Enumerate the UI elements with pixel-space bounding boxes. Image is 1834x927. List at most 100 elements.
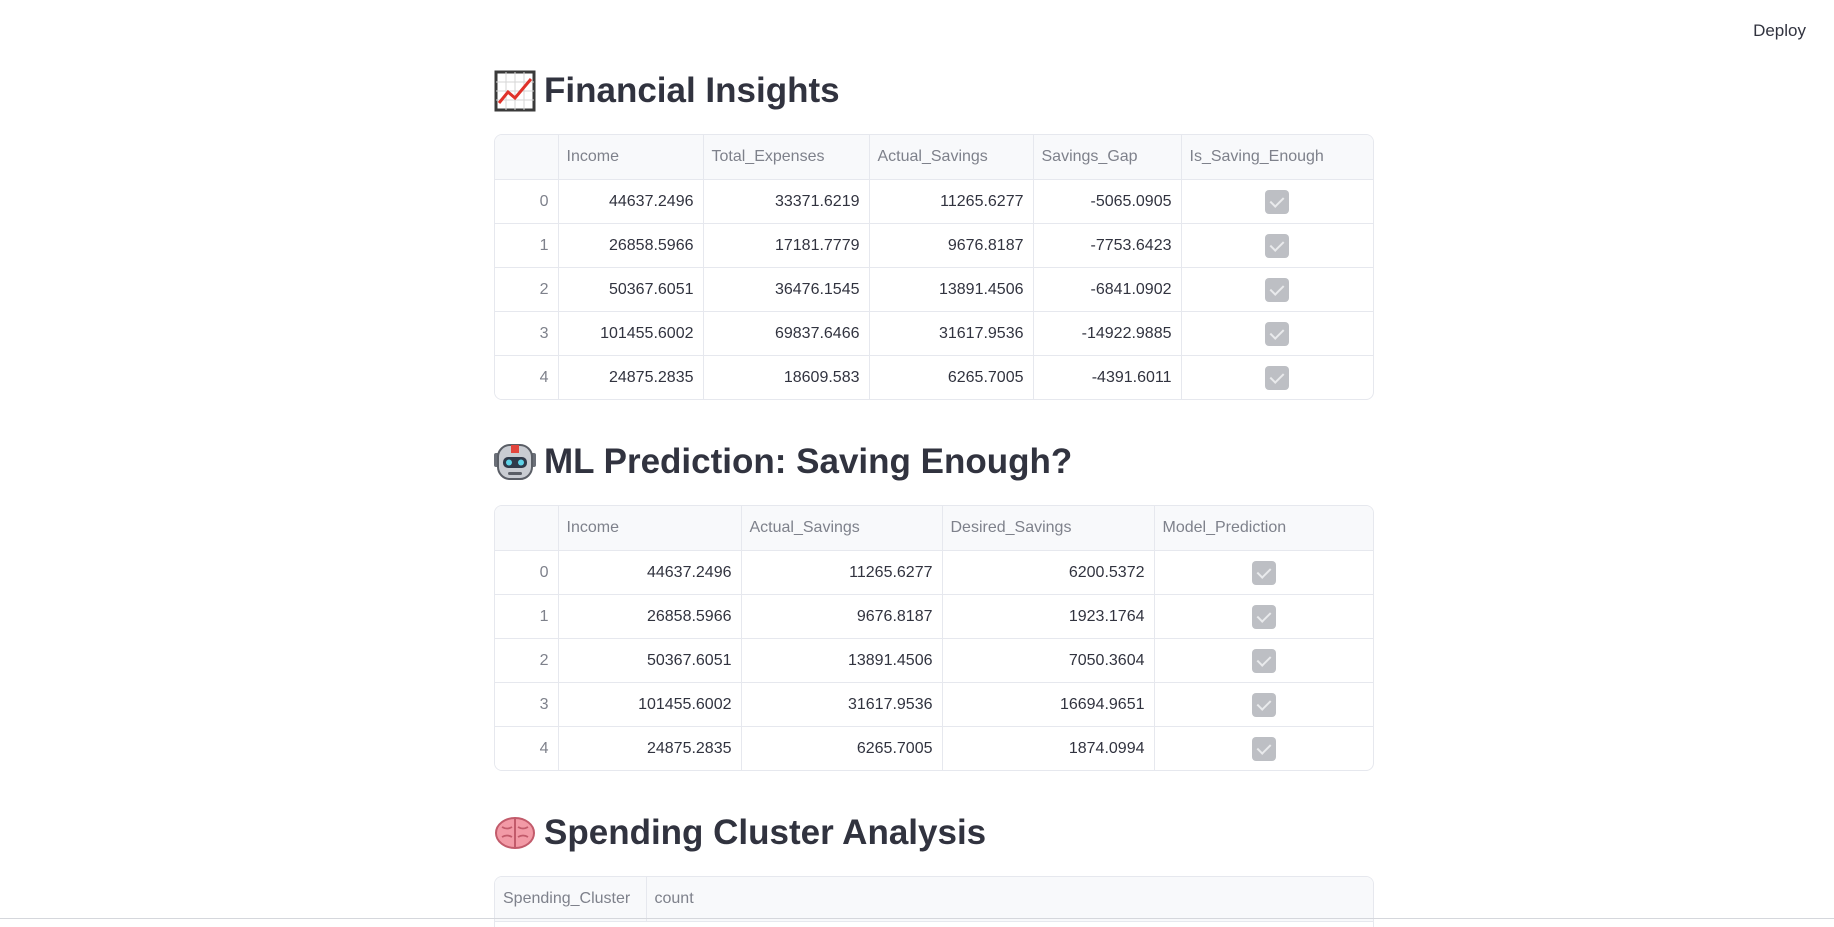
column-header[interactable]: Actual_Savings	[741, 506, 943, 551]
row-index: 4	[495, 726, 559, 770]
table-row: 4 24875.2835 6265.7005 1874.0994	[495, 726, 1373, 771]
table-row: 3 101455.6002 31617.9536 16694.9651	[495, 682, 1373, 727]
checkbox-checked[interactable]	[1265, 233, 1290, 258]
table-cell[interactable]: 9676.8187	[869, 223, 1034, 268]
column-header-index[interactable]	[495, 506, 559, 551]
checkbox-checked[interactable]	[1251, 560, 1276, 585]
checkbox-checked[interactable]	[1251, 604, 1276, 629]
column-header[interactable]: Savings_Gap	[1033, 135, 1182, 180]
checkbox-checked[interactable]	[1265, 321, 1290, 346]
table-cell[interactable]: 31617.9536	[869, 311, 1034, 356]
table-header-row: Income Total_Expenses Actual_Savings Sav…	[495, 135, 1373, 180]
table-cell[interactable]: 101455.6002	[558, 682, 742, 727]
table-cell[interactable]: 6265.7005	[869, 355, 1034, 399]
row-index: 1	[495, 594, 559, 639]
table-cell[interactable]: 13891.4506	[869, 267, 1034, 312]
table-cell[interactable]: 50367.6051	[558, 267, 704, 312]
row-index: 3	[495, 311, 559, 356]
table-cell[interactable]: 69837.6466	[703, 311, 870, 356]
table-cell[interactable]	[1154, 594, 1373, 639]
row-index: 3	[495, 682, 559, 727]
financial-insights-table[interactable]: Income Total_Expenses Actual_Savings Sav…	[494, 134, 1374, 400]
column-header[interactable]: Model_Prediction	[1154, 506, 1373, 551]
table-cell[interactable]: 17181.7779	[703, 223, 870, 268]
column-header[interactable]: Total_Expenses	[703, 135, 870, 180]
column-header[interactable]: Income	[558, 135, 704, 180]
table-cell[interactable]	[1181, 311, 1373, 356]
table-cell[interactable]	[1154, 550, 1373, 595]
table-row: 0 44637.2496 11265.6277 6200.5372	[495, 550, 1373, 595]
table-row: 4 24875.2835 18609.583 6265.7005 -4391.6…	[495, 355, 1373, 400]
row-index: 2	[495, 638, 559, 683]
table-cell[interactable]: -4391.6011	[1033, 355, 1182, 399]
column-header[interactable]: Income	[558, 506, 742, 551]
row-index: 0	[495, 550, 559, 595]
column-header[interactable]: Desired_Savings	[942, 506, 1155, 551]
checkbox-checked[interactable]	[1265, 365, 1290, 390]
checkbox-checked[interactable]	[1251, 736, 1276, 761]
column-header[interactable]: Spending_Cluster	[495, 877, 647, 922]
row-index: 0	[495, 179, 559, 224]
table-cell[interactable]: 24875.2835	[558, 355, 704, 399]
row-index: 2	[495, 267, 559, 312]
table-cell[interactable]: 44637.2496	[558, 179, 704, 224]
column-header[interactable]: count	[646, 877, 1373, 922]
table-cell[interactable]: 6265.7005	[741, 726, 943, 770]
checkbox-checked[interactable]	[1251, 648, 1276, 673]
table-cell[interactable]: -7753.6423	[1033, 223, 1182, 268]
deploy-button[interactable]: Deploy	[1749, 17, 1810, 45]
table-cell[interactable]: 11265.6277	[741, 550, 943, 595]
spending-cluster-heading: Spending Cluster Analysis	[494, 812, 986, 854]
table-header-row: Spending_Cluster count	[495, 877, 1373, 922]
table-cell[interactable]: -5065.0905	[1033, 179, 1182, 224]
table-cell[interactable]: 36476.1545	[703, 267, 870, 312]
table-cell[interactable]: 7050.3604	[942, 638, 1155, 683]
ml-prediction-heading: ML Prediction: Saving Enough?	[494, 441, 1072, 483]
robot-icon	[494, 444, 536, 480]
table-cell[interactable]: 24875.2835	[558, 726, 742, 770]
table-cell[interactable]: 50367.6051	[558, 638, 742, 683]
financial-insights-heading: Financial Insights	[494, 70, 840, 112]
spending-cluster-table[interactable]: Spending_Cluster count	[494, 876, 1374, 927]
table-cell[interactable]: 1923.1764	[942, 594, 1155, 639]
column-header[interactable]: Is_Saving_Enough	[1181, 135, 1373, 180]
table-row: 0 44637.2496 33371.6219 11265.6277 -5065…	[495, 179, 1373, 224]
table-cell[interactable]: 33371.6219	[703, 179, 870, 224]
table-cell[interactable]: 26858.5966	[558, 594, 742, 639]
checkbox-checked[interactable]	[1265, 277, 1290, 302]
table-cell[interactable]	[1154, 727, 1373, 771]
table-cell[interactable]: 18609.583	[703, 355, 870, 399]
table-cell[interactable]: 31617.9536	[741, 682, 943, 727]
table-cell[interactable]: 26858.5966	[558, 223, 704, 268]
column-header[interactable]: Actual_Savings	[869, 135, 1034, 180]
section-title: ML Prediction: Saving Enough?	[544, 442, 1073, 481]
table-cell[interactable]	[1181, 267, 1373, 312]
table-cell[interactable]	[1181, 223, 1373, 268]
row-index: 1	[495, 223, 559, 268]
table-cell[interactable]	[1181, 179, 1373, 224]
section-title: Spending Cluster Analysis	[544, 813, 987, 852]
table-cell[interactable]: -14922.9885	[1033, 311, 1182, 356]
table-cell[interactable]: 9676.8187	[741, 594, 943, 639]
table-cell[interactable]: 6200.5372	[942, 550, 1155, 595]
table-cell[interactable]: 16694.9651	[942, 682, 1155, 727]
table-cell[interactable]: 11265.6277	[869, 179, 1034, 224]
table-cell[interactable]: 101455.6002	[558, 311, 704, 356]
column-header-index[interactable]	[495, 135, 559, 180]
table-cell[interactable]: 13891.4506	[741, 638, 943, 683]
table-cell[interactable]	[1154, 638, 1373, 683]
table-cell[interactable]: 1874.0994	[942, 726, 1155, 770]
checkbox-checked[interactable]	[1265, 189, 1290, 214]
chart-increasing-icon	[494, 70, 536, 112]
table-row: 1 26858.5966 9676.8187 1923.1764	[495, 594, 1373, 639]
section-title: Financial Insights	[544, 71, 840, 110]
table-header-row: Income Actual_Savings Desired_Savings Mo…	[495, 506, 1373, 551]
ml-prediction-table[interactable]: Income Actual_Savings Desired_Savings Mo…	[494, 505, 1374, 771]
checkbox-checked[interactable]	[1251, 692, 1276, 717]
table-row: 3 101455.6002 69837.6466 31617.9536 -149…	[495, 311, 1373, 356]
table-row: 1 26858.5966 17181.7779 9676.8187 -7753.…	[495, 223, 1373, 268]
table-cell[interactable]	[1154, 682, 1373, 727]
table-cell[interactable]: -6841.0902	[1033, 267, 1182, 312]
table-cell[interactable]: 44637.2496	[558, 550, 742, 595]
table-cell[interactable]	[1181, 356, 1373, 400]
